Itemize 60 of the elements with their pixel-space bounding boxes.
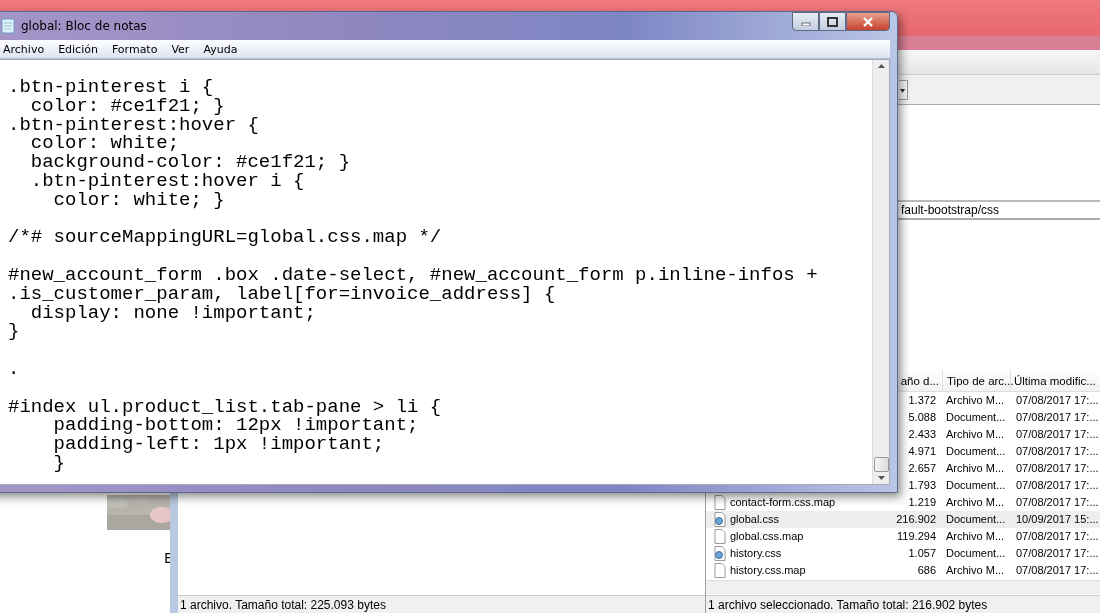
modified-date: 07/08/2017 17:... [1016, 530, 1099, 542]
file-type: Document... [946, 411, 1006, 423]
file-row[interactable]: contact-form.css.map 1.219 Archivo M... 07/08/2017 17:... [706, 494, 1100, 511]
column-header[interactable]: Tipo de arc... [943, 370, 1011, 391]
modified-date: 07/08/2017 17:... [1016, 445, 1099, 457]
file-type: Archivo M... [946, 530, 1005, 542]
modified-date: 07/08/2017 17:... [1016, 411, 1099, 423]
file-row[interactable]: 2.657 Archivo M... 07/08/2017 17:... [899, 460, 1100, 477]
file-size: 1.219 [908, 496, 936, 508]
file-name: history.css [730, 546, 782, 561]
file-type: Document... [946, 479, 1006, 491]
menu-item[interactable]: Ayuda [196, 40, 245, 58]
file-type: Archivo M... [946, 462, 1005, 474]
file-name: history.css.map [730, 563, 806, 578]
file-type: Archivo M... [946, 394, 1005, 406]
file-size: 1.372 [908, 394, 936, 406]
file-size: 2.433 [908, 428, 936, 440]
status-text: 1 archivo. Tamaño total: 225.093 bytes [178, 595, 705, 613]
file-row[interactable]: history.css 1.057 Document... 07/08/2017 17:... [706, 545, 1100, 562]
menu-item[interactable]: Edición [51, 40, 105, 58]
file-row[interactable]: 5.088 Document... 07/08/2017 17:... [899, 409, 1100, 426]
status-text: 1 archivo seleccionado. Tamaño total: 216.902 bytes [706, 595, 1100, 613]
window-title: global: Bloc de notas [21, 18, 147, 35]
modified-date: 07/08/2017 17:... [1016, 496, 1099, 508]
file-size: 1.793 [908, 479, 936, 491]
file-name: global.css.map [730, 529, 804, 544]
file-type: Archivo M... [946, 428, 1005, 440]
file-type: Archivo M... [946, 496, 1005, 508]
file-type: Archivo M... [946, 564, 1005, 576]
column-header[interactable]: año d... [899, 370, 943, 391]
file-size: 686 [917, 564, 936, 576]
file-row[interactable]: 1.793 Document... 07/08/2017 17:... [899, 477, 1100, 494]
file-type: Document... [946, 513, 1006, 525]
file-type: Document... [946, 547, 1006, 559]
modified-date: 07/08/2017 17:... [1016, 479, 1099, 491]
file-row[interactable]: global.css.map 119.294 Archivo M... 07/08/2017 17:... [706, 528, 1100, 545]
file-size: 119.294 [897, 530, 936, 542]
menu-item[interactable]: Formato [104, 40, 165, 58]
modified-date: 07/08/2017 17:... [1016, 428, 1099, 440]
modified-date: 07/08/2017 17:... [1016, 547, 1099, 559]
file-row[interactable]: 1.372 Archivo M... 07/08/2017 17:... [899, 392, 1100, 409]
modified-date: 10/09/2017 15:... [1016, 513, 1099, 525]
file-name: global.css [730, 512, 779, 527]
column-header[interactable]: Última modific... [1011, 370, 1096, 391]
file-size: 4.971 [908, 445, 936, 457]
file-size: 1.057 [908, 547, 936, 559]
file-row[interactable]: history.css.map 686 Archivo M... 07/08/2017 17:... [706, 562, 1100, 579]
menu-item[interactable]: Ver [164, 40, 197, 58]
file-row[interactable]: 2.433 Archivo M... 07/08/2017 17:... [899, 426, 1100, 443]
modified-date: 07/08/2017 17:... [1016, 462, 1099, 474]
file-row[interactable]: 4.971 Document... 07/08/2017 17:... [899, 443, 1100, 460]
modified-date: 07/08/2017 17:... [1016, 394, 1099, 406]
file-size: 5.088 [908, 411, 936, 423]
modified-date: 07/08/2017 17:... [1016, 564, 1099, 576]
file-size: 2.657 [908, 462, 936, 474]
file-row[interactable]: global.css 216.902 Document... 10/09/2017 15:... [706, 511, 1100, 528]
menu-item[interactable]: Archivo [0, 40, 52, 58]
file-size: 216.902 [896, 513, 936, 525]
file-name: contact-form.css.map [730, 495, 836, 510]
file-type: Document... [946, 445, 1006, 457]
